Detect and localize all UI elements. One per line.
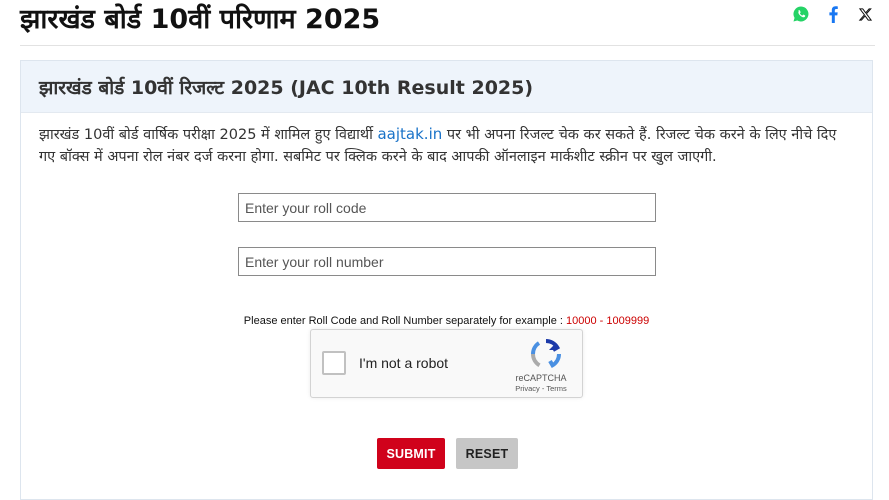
recaptcha-label: I'm not a robot bbox=[359, 355, 449, 371]
result-box: झारखंड बोर्ड 10वीं रिजल्ट 2025 (JAC 10th… bbox=[20, 60, 873, 500]
x-twitter-icon[interactable] bbox=[855, 4, 875, 24]
recaptcha-logo-icon bbox=[530, 338, 562, 369]
roll-hint-example: 10000 - 1009999 bbox=[566, 315, 650, 327]
roll-code-input[interactable] bbox=[238, 193, 656, 222]
result-description: झारखंड 10वीं बोर्ड वार्षिक परीक्षा 2025 … bbox=[39, 123, 854, 168]
recaptcha-widget: I'm not a robot reCAPTCHA Privacy - Term… bbox=[310, 329, 583, 398]
result-box-heading: झारखंड बोर्ड 10वीं रिजल्ट 2025 (JAC 10th… bbox=[39, 76, 534, 99]
facebook-icon[interactable] bbox=[823, 4, 843, 24]
recaptcha-brand: reCAPTCHA bbox=[515, 373, 567, 383]
submit-button[interactable]: SUBMIT bbox=[377, 438, 445, 469]
description-text-start: झारखंड 10वीं बोर्ड वार्षिक परीक्षा 2025 … bbox=[39, 127, 378, 143]
title-divider bbox=[20, 45, 875, 46]
recaptcha-privacy-terms[interactable]: Privacy - Terms bbox=[509, 384, 573, 393]
aajtak-link[interactable]: aajtak.in bbox=[377, 125, 442, 143]
roll-hint-text: Please enter Roll Code and Roll Number s… bbox=[243, 315, 567, 327]
result-box-header: झारखंड बोर्ड 10वीं रिजल्ट 2025 (JAC 10th… bbox=[21, 61, 872, 113]
page-title: झारखंड बोर्ड 10वीं परिणाम 2025 bbox=[20, 4, 381, 35]
roll-hint: Please enter Roll Code and Roll Number s… bbox=[21, 315, 872, 327]
reset-button[interactable]: RESET bbox=[456, 438, 518, 469]
roll-number-input[interactable] bbox=[238, 247, 656, 276]
recaptcha-checkbox[interactable] bbox=[322, 351, 346, 375]
share-bar bbox=[791, 4, 875, 24]
whatsapp-icon[interactable] bbox=[791, 4, 811, 24]
